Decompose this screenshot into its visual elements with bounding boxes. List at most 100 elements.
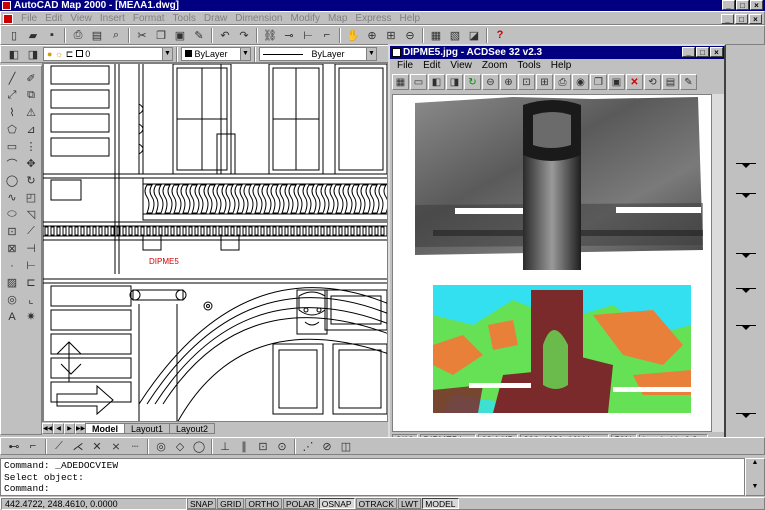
zoom-out-icon[interactable]: ⊖: [482, 74, 499, 90]
move-icon[interactable]: ✥: [22, 155, 40, 172]
refresh-icon[interactable]: ↻: [464, 74, 481, 90]
command-window[interactable]: Command: _ADEDOCVIEW Select object: Comm…: [0, 458, 745, 496]
zoom-realtime-icon[interactable]: ⊕: [363, 27, 381, 44]
snap-perpendicular-icon[interactable]: ⊥: [216, 438, 234, 455]
snap-apparent-intersection-icon[interactable]: ⨯: [107, 438, 125, 455]
cut-icon[interactable]: ✂: [133, 27, 151, 44]
ortho-toggle[interactable]: ORTHO: [245, 498, 282, 509]
next-tab-icon[interactable]: ▶: [64, 422, 75, 434]
ucs-origin-icon[interactable]: ⌐: [318, 27, 336, 44]
acad-vertical-scroll-area[interactable]: [726, 63, 765, 437]
polygon-icon[interactable]: ⬠: [3, 121, 21, 138]
scroll-up-icon[interactable]: ▲: [746, 459, 764, 471]
trim-icon[interactable]: ⊣: [22, 240, 40, 257]
stretch-icon[interactable]: ◹: [22, 206, 40, 223]
mirror-icon[interactable]: ⚠: [22, 104, 40, 121]
menu-draw[interactable]: Draw: [200, 13, 231, 24]
snap-quadrant-icon[interactable]: ◇: [171, 438, 189, 455]
arc-icon[interactable]: ⌒: [3, 155, 21, 172]
snap-center-icon[interactable]: ◎: [152, 438, 170, 455]
command-prompt[interactable]: Command:: [4, 483, 741, 495]
chevron-down-icon[interactable]: ▼: [162, 48, 172, 60]
chevron-down-icon[interactable]: ▼: [240, 48, 250, 60]
temp-tracking-icon[interactable]: ⊷: [5, 438, 23, 455]
acdsee-close-button[interactable]: ×: [710, 47, 723, 57]
make-block-icon[interactable]: ⊠: [3, 240, 21, 257]
delete-icon[interactable]: ✕: [626, 74, 643, 90]
snap-parallel-icon[interactable]: ∥: [235, 438, 253, 455]
zoom-fit-icon[interactable]: ⊡: [518, 74, 535, 90]
print-icon[interactable]: ⎙: [554, 74, 571, 90]
snap-midpoint-icon[interactable]: ⋌: [69, 438, 87, 455]
acd-menu-zoom[interactable]: Zoom: [477, 60, 513, 71]
doc-close-button[interactable]: ×: [749, 14, 762, 24]
menu-view[interactable]: View: [66, 13, 96, 24]
open-file-icon[interactable]: ▰: [24, 27, 42, 44]
zoom-previous-icon[interactable]: ⊖: [401, 27, 419, 44]
menu-file[interactable]: File: [17, 13, 41, 24]
snap-none-icon[interactable]: ⊘: [318, 438, 336, 455]
layers-icon[interactable]: ◨: [24, 46, 42, 63]
tab-layout1[interactable]: Layout1: [124, 422, 171, 434]
osnap-settings-icon[interactable]: ◫: [337, 438, 355, 455]
drawing-canvas[interactable]: DIPME5: [42, 63, 388, 422]
snap-node-icon[interactable]: ⊙: [273, 438, 291, 455]
paste-icon[interactable]: ▣: [171, 27, 189, 44]
zoom-window-icon[interactable]: ⊞: [382, 27, 400, 44]
spline-icon[interactable]: ∿: [3, 189, 21, 206]
color-dropdown[interactable]: ByLayer ▼: [181, 47, 251, 61]
acd-menu-tools[interactable]: Tools: [512, 60, 545, 71]
scroll-down-icon[interactable]: ▼: [746, 483, 764, 495]
grid-toggle[interactable]: GRID: [217, 498, 245, 509]
acdsee-app-icon[interactable]: [392, 48, 401, 57]
zoom-actual-icon[interactable]: ⊞: [536, 74, 553, 90]
minimize-button[interactable]: _: [722, 0, 735, 10]
model-toggle[interactable]: MODEL: [422, 498, 459, 509]
print-icon[interactable]: ⎙: [69, 27, 87, 44]
properties-icon[interactable]: ▦: [427, 27, 445, 44]
properties-icon[interactable]: ▤: [662, 74, 679, 90]
acdsee-maximize-button[interactable]: □: [696, 47, 709, 57]
lengthen-icon[interactable]: ⟋: [22, 223, 40, 240]
point-icon[interactable]: ·: [3, 257, 21, 274]
region-icon[interactable]: ◎: [3, 291, 21, 308]
rotate-icon[interactable]: ⟲: [644, 74, 661, 90]
menu-express[interactable]: Express: [351, 13, 395, 24]
lwt-toggle[interactable]: LWT: [397, 498, 422, 509]
break-icon[interactable]: ⊏: [22, 274, 40, 291]
camera-icon[interactable]: ◉: [572, 74, 589, 90]
polyline-icon[interactable]: ⌇: [3, 104, 21, 121]
menu-map[interactable]: Map: [324, 13, 351, 24]
construction-line-icon[interactable]: ⤢: [3, 87, 21, 104]
menu-help[interactable]: Help: [396, 13, 425, 24]
tab-model[interactable]: Model: [85, 422, 125, 434]
tools-icon[interactable]: ✎: [680, 74, 697, 90]
snap-intersection-icon[interactable]: ✕: [88, 438, 106, 455]
next-image-icon[interactable]: ◨: [446, 74, 463, 90]
osnap-toggle[interactable]: OSNAP: [318, 498, 355, 509]
slideshow-icon[interactable]: ▭: [410, 74, 427, 90]
copy-icon[interactable]: ❐: [152, 27, 170, 44]
acd-menu-file[interactable]: File: [392, 60, 418, 71]
circle-icon[interactable]: ◯: [3, 172, 21, 189]
multiline-text-icon[interactable]: A: [3, 308, 21, 325]
design-center-icon[interactable]: ▧: [446, 27, 464, 44]
menu-format[interactable]: Format: [129, 13, 169, 24]
menu-dimension[interactable]: Dimension: [231, 13, 286, 24]
help-icon[interactable]: ?: [491, 27, 509, 44]
insert-block-icon[interactable]: ⊡: [3, 223, 21, 240]
snap-toggle[interactable]: SNAP: [187, 498, 217, 509]
autocad-app-icon[interactable]: [2, 1, 11, 10]
zoom-in-icon[interactable]: ⊕: [500, 74, 517, 90]
tracking-icon[interactable]: ⊸: [280, 27, 298, 44]
otrack-toggle[interactable]: OTRACK: [355, 498, 397, 509]
ucs-icon[interactable]: ⊢: [299, 27, 317, 44]
prev-image-icon[interactable]: ◧: [428, 74, 445, 90]
rotate-icon[interactable]: ↻: [22, 172, 40, 189]
copy-object-icon[interactable]: ⧉: [22, 87, 40, 104]
line-icon[interactable]: ╱: [3, 70, 21, 87]
first-tab-icon[interactable]: ◀◀: [42, 422, 53, 434]
extend-icon[interactable]: ⊢: [22, 257, 40, 274]
acdsee-image-view[interactable]: [392, 94, 712, 432]
pan-icon[interactable]: ✋: [344, 27, 362, 44]
